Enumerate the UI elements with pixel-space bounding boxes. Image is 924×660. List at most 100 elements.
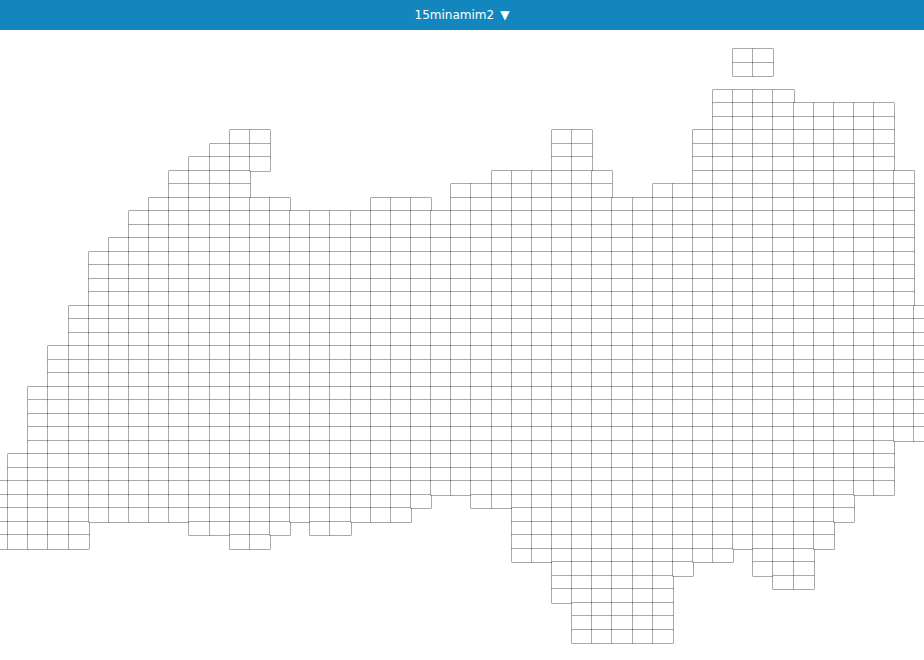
mesh-cell[interactable] bbox=[874, 252, 894, 266]
mesh-cell[interactable] bbox=[492, 400, 512, 414]
mesh-cell[interactable] bbox=[129, 427, 149, 441]
mesh-cell[interactable] bbox=[169, 171, 189, 185]
mesh-cell[interactable] bbox=[210, 225, 230, 239]
mesh-cell[interactable] bbox=[129, 441, 149, 455]
mesh-cell[interactable] bbox=[552, 576, 572, 590]
mesh-cell[interactable] bbox=[633, 400, 653, 414]
mesh-cell[interactable] bbox=[230, 346, 250, 360]
mesh-cell[interactable] bbox=[552, 562, 572, 576]
mesh-cell[interactable] bbox=[633, 589, 653, 603]
mesh-cell[interactable] bbox=[270, 400, 290, 414]
mesh-cell[interactable] bbox=[794, 522, 814, 536]
mesh-cell[interactable] bbox=[753, 549, 773, 563]
mesh-cell[interactable] bbox=[592, 495, 612, 509]
mesh-cell[interactable] bbox=[733, 360, 753, 374]
mesh-cell[interactable] bbox=[371, 495, 391, 509]
mesh-cell[interactable] bbox=[371, 265, 391, 279]
mesh-cell[interactable] bbox=[794, 495, 814, 509]
mesh-cell[interactable] bbox=[330, 292, 350, 306]
mesh-cell[interactable] bbox=[753, 252, 773, 266]
mesh-cell[interactable] bbox=[371, 333, 391, 347]
mesh-cell[interactable] bbox=[169, 441, 189, 455]
mesh-cell[interactable] bbox=[431, 238, 451, 252]
mesh-cell[interactable] bbox=[210, 238, 230, 252]
mesh-cell[interactable] bbox=[592, 535, 612, 549]
mesh-cell[interactable] bbox=[693, 495, 713, 509]
mesh-cell[interactable] bbox=[149, 441, 169, 455]
mesh-cell[interactable] bbox=[210, 400, 230, 414]
mesh-cell[interactable] bbox=[653, 306, 673, 320]
mesh-cell[interactable] bbox=[713, 333, 733, 347]
mesh-cell[interactable] bbox=[874, 238, 894, 252]
mesh-cell[interactable] bbox=[411, 441, 431, 455]
mesh-cell[interactable] bbox=[250, 400, 270, 414]
mesh-cell[interactable] bbox=[874, 360, 894, 374]
mesh-cell[interactable] bbox=[371, 238, 391, 252]
header-title[interactable]: 15minamim2 bbox=[415, 8, 495, 22]
mesh-cell[interactable] bbox=[210, 427, 230, 441]
mesh-cell[interactable] bbox=[733, 454, 753, 468]
mesh-cell[interactable] bbox=[713, 265, 733, 279]
mesh-cell[interactable] bbox=[210, 184, 230, 198]
mesh-cell[interactable] bbox=[189, 522, 209, 536]
mesh-cell[interactable] bbox=[492, 481, 512, 495]
mesh-cell[interactable] bbox=[794, 225, 814, 239]
mesh-cell[interactable] bbox=[572, 603, 592, 617]
mesh-cell[interactable] bbox=[713, 387, 733, 401]
mesh-cell[interactable] bbox=[471, 184, 491, 198]
mesh-cell[interactable] bbox=[854, 211, 874, 225]
mesh-cell[interactable] bbox=[330, 360, 350, 374]
mesh-cell[interactable] bbox=[753, 265, 773, 279]
mesh-cell[interactable] bbox=[109, 387, 129, 401]
mesh-cell[interactable] bbox=[411, 292, 431, 306]
mesh-cell[interactable] bbox=[210, 360, 230, 374]
mesh-cell[interactable] bbox=[451, 184, 471, 198]
mesh-cell[interactable] bbox=[733, 184, 753, 198]
mesh-cell[interactable] bbox=[653, 616, 673, 630]
mesh-cell[interactable] bbox=[250, 468, 270, 482]
mesh-cell[interactable] bbox=[210, 265, 230, 279]
mesh-cell[interactable] bbox=[69, 481, 89, 495]
mesh-cell[interactable] bbox=[532, 481, 552, 495]
mesh-cell[interactable] bbox=[310, 306, 330, 320]
mesh-cell[interactable] bbox=[0, 535, 8, 549]
mesh-cell[interactable] bbox=[89, 495, 109, 509]
mesh-cell[interactable] bbox=[492, 211, 512, 225]
mesh-cell[interactable] bbox=[330, 373, 350, 387]
mesh-cell[interactable] bbox=[572, 576, 592, 590]
mesh-cell[interactable] bbox=[330, 252, 350, 266]
mesh-cell[interactable] bbox=[914, 346, 924, 360]
mesh-cell[interactable] bbox=[230, 198, 250, 212]
mesh-cell[interactable] bbox=[431, 252, 451, 266]
mesh-cell[interactable] bbox=[149, 319, 169, 333]
mesh-cell[interactable] bbox=[773, 333, 793, 347]
mesh-cell[interactable] bbox=[149, 454, 169, 468]
mesh-cell[interactable] bbox=[773, 495, 793, 509]
mesh-cell[interactable] bbox=[794, 481, 814, 495]
mesh-cell[interactable] bbox=[169, 319, 189, 333]
mesh-cell[interactable] bbox=[733, 414, 753, 428]
mesh-cell[interactable] bbox=[612, 630, 632, 644]
mesh-cell[interactable] bbox=[552, 279, 572, 293]
mesh-cell[interactable] bbox=[169, 400, 189, 414]
mesh-cell[interactable] bbox=[8, 495, 28, 509]
mesh-cell[interactable] bbox=[592, 198, 612, 212]
mesh-cell[interactable] bbox=[693, 265, 713, 279]
mesh-cell[interactable] bbox=[753, 400, 773, 414]
mesh-cell[interactable] bbox=[451, 292, 471, 306]
mesh-cell[interactable] bbox=[351, 279, 371, 293]
mesh-cell[interactable] bbox=[270, 373, 290, 387]
mesh-cell[interactable] bbox=[834, 144, 854, 158]
mesh-cell[interactable] bbox=[814, 522, 834, 536]
mesh-cell[interactable] bbox=[894, 427, 914, 441]
mesh-cell[interactable] bbox=[733, 373, 753, 387]
mesh-cell[interactable] bbox=[532, 171, 552, 185]
mesh-cell[interactable] bbox=[834, 252, 854, 266]
mesh-cell[interactable] bbox=[69, 319, 89, 333]
mesh-cell[interactable] bbox=[653, 400, 673, 414]
mesh-cell[interactable] bbox=[129, 414, 149, 428]
mesh-cell[interactable] bbox=[89, 481, 109, 495]
mesh-cell[interactable] bbox=[169, 414, 189, 428]
mesh-cell[interactable] bbox=[733, 130, 753, 144]
mesh-cell[interactable] bbox=[552, 549, 572, 563]
